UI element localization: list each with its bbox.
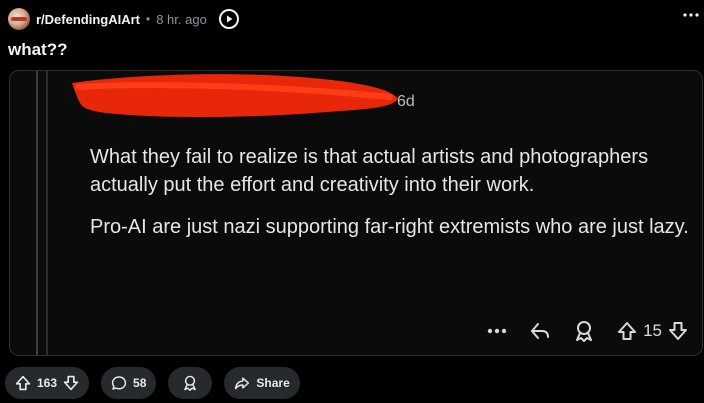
comment-count: 58 — [133, 376, 147, 390]
comment-vote: 15 — [617, 321, 688, 341]
post-header: r/DefendingAIArt • 8 hr. ago — [8, 6, 239, 32]
share-button[interactable]: Share — [224, 367, 300, 399]
play-icon[interactable] — [218, 9, 239, 29]
upvote-icon[interactable] — [617, 321, 637, 341]
comment-icon — [111, 376, 127, 390]
downvote-icon[interactable] — [668, 321, 688, 341]
post-vote-pill: 163 — [5, 367, 90, 399]
share-icon — [235, 377, 250, 390]
downvote-icon[interactable] — [63, 375, 79, 391]
comment-paragraph: What they fail to realize is that actual… — [90, 146, 649, 196]
more-icon — [683, 13, 699, 17]
comment-screenshot[interactable]: 6d What they fail to realize is that act… — [9, 70, 703, 356]
post-time: 8 hr. ago — [156, 11, 207, 27]
post-action-bar: 163 58 Share — [5, 367, 300, 399]
separator-dot: • — [146, 12, 151, 26]
post-score: 163 — [37, 376, 58, 390]
thread-line — [36, 71, 38, 355]
share-label: Share — [256, 376, 290, 390]
comment-score: 15 — [643, 321, 662, 340]
comment-time: 6d — [397, 93, 415, 110]
post-title[interactable]: what?? — [8, 40, 68, 60]
reply-icon[interactable] — [529, 321, 551, 341]
comment-body: What they fail to realize is that actual… — [90, 143, 690, 255]
comment-paragraph: Pro-AI are just nazi supporting far-righ… — [90, 216, 689, 238]
more-options-button[interactable] — [682, 8, 700, 22]
more-icon[interactable] — [487, 328, 507, 334]
thread-line — [46, 71, 48, 355]
comment-actions: 15 — [487, 317, 688, 345]
redaction-scribble — [72, 74, 398, 118]
subreddit-name[interactable]: r/DefendingAIArt — [36, 12, 140, 27]
award-icon — [184, 375, 197, 391]
award-icon[interactable] — [573, 320, 595, 342]
comments-button[interactable]: 58 — [101, 367, 157, 399]
upvote-icon[interactable] — [15, 375, 31, 391]
subreddit-avatar[interactable] — [8, 8, 30, 30]
award-button[interactable] — [168, 367, 213, 399]
